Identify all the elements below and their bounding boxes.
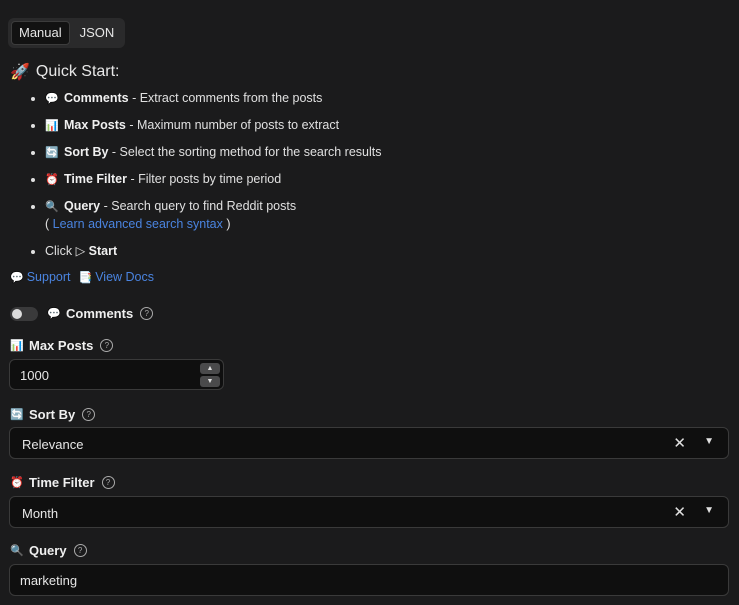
list-item: 🔄Sort By - Select the sorting method for… — [45, 144, 739, 171]
speech-bubble-icon: 💬 — [10, 272, 24, 284]
comments-toggle[interactable] — [10, 307, 38, 321]
alarm-clock-icon: ⏰ — [45, 174, 59, 186]
clear-icon[interactable]: ✕ — [673, 503, 686, 521]
alarm-clock-icon: ⏰ — [10, 477, 24, 489]
time-filter-label: ⏰ Time Filter ? — [10, 475, 115, 490]
increment-button[interactable]: ▲ — [200, 363, 220, 374]
mode-tabs: Manual JSON — [8, 18, 126, 48]
speech-bubble-icon: 💬 — [47, 308, 61, 320]
view-docs-link[interactable]: 📑 View Docs — [78, 270, 154, 284]
help-links: 💬 Support 📑 View Docs — [10, 270, 154, 284]
help-icon[interactable]: ? — [101, 476, 115, 489]
list-item: 💬Comments - Extract comments from the po… — [45, 90, 739, 117]
max-posts-input[interactable]: 1000 ▲ ▼ — [9, 359, 224, 390]
tab-json[interactable]: JSON — [72, 21, 123, 45]
chevron-down-icon[interactable]: ▼ — [704, 505, 714, 516]
support-link[interactable]: 💬 Support — [10, 270, 70, 284]
toggle-knob — [12, 309, 22, 319]
rocket-icon: 🚀 — [10, 64, 30, 81]
decrement-button[interactable]: ▼ — [200, 376, 220, 387]
tab-manual[interactable]: Manual — [11, 21, 70, 45]
advanced-syntax-link[interactable]: Learn advanced search syntax — [53, 217, 223, 231]
chevron-down-icon[interactable]: ▼ — [704, 436, 714, 447]
syntax-link-line: ( Learn advanced search syntax ) — [45, 217, 231, 231]
help-icon[interactable]: ? — [82, 408, 96, 421]
magnifier-icon: 🔍 — [10, 545, 24, 557]
sort-by-select[interactable]: Relevance ✕ ▼ — [9, 427, 729, 459]
refresh-icon: 🔄 — [45, 147, 59, 159]
document-icon: 📑 — [78, 272, 93, 284]
bar-chart-icon: 📊 — [10, 340, 24, 352]
list-item: ⏰Time Filter - Filter posts by time peri… — [45, 171, 739, 198]
help-icon[interactable]: ? — [140, 307, 154, 320]
quick-start-list: 💬Comments - Extract comments from the po… — [27, 90, 739, 270]
help-icon[interactable]: ? — [100, 339, 114, 352]
magnifier-icon: 🔍 — [45, 201, 59, 213]
comments-label: 💬 Comments ? — [47, 306, 154, 321]
help-icon[interactable]: ? — [73, 544, 87, 557]
query-input[interactable]: marketing — [9, 564, 729, 596]
max-posts-label: 📊 Max Posts ? — [10, 338, 114, 353]
bar-chart-icon: 📊 — [45, 120, 59, 132]
query-label: 🔍 Query ? — [10, 543, 87, 558]
sort-by-label: 🔄 Sort By ? — [10, 407, 96, 422]
list-item: Click ▷ Start — [45, 243, 739, 270]
list-item: 📊Max Posts - Maximum number of posts to … — [45, 117, 739, 144]
quick-start-heading: 🚀 Quick Start: — [10, 62, 120, 82]
time-filter-select[interactable]: Month ✕ ▼ — [9, 496, 729, 528]
speech-bubble-icon: 💬 — [45, 93, 59, 105]
clear-icon[interactable]: ✕ — [673, 434, 686, 452]
play-icon: ▷ — [75, 244, 86, 258]
list-item: 🔍Query - Search query to find Reddit pos… — [45, 198, 739, 243]
refresh-icon: 🔄 — [10, 409, 24, 421]
quick-start-title: Quick Start: — [35, 63, 120, 80]
